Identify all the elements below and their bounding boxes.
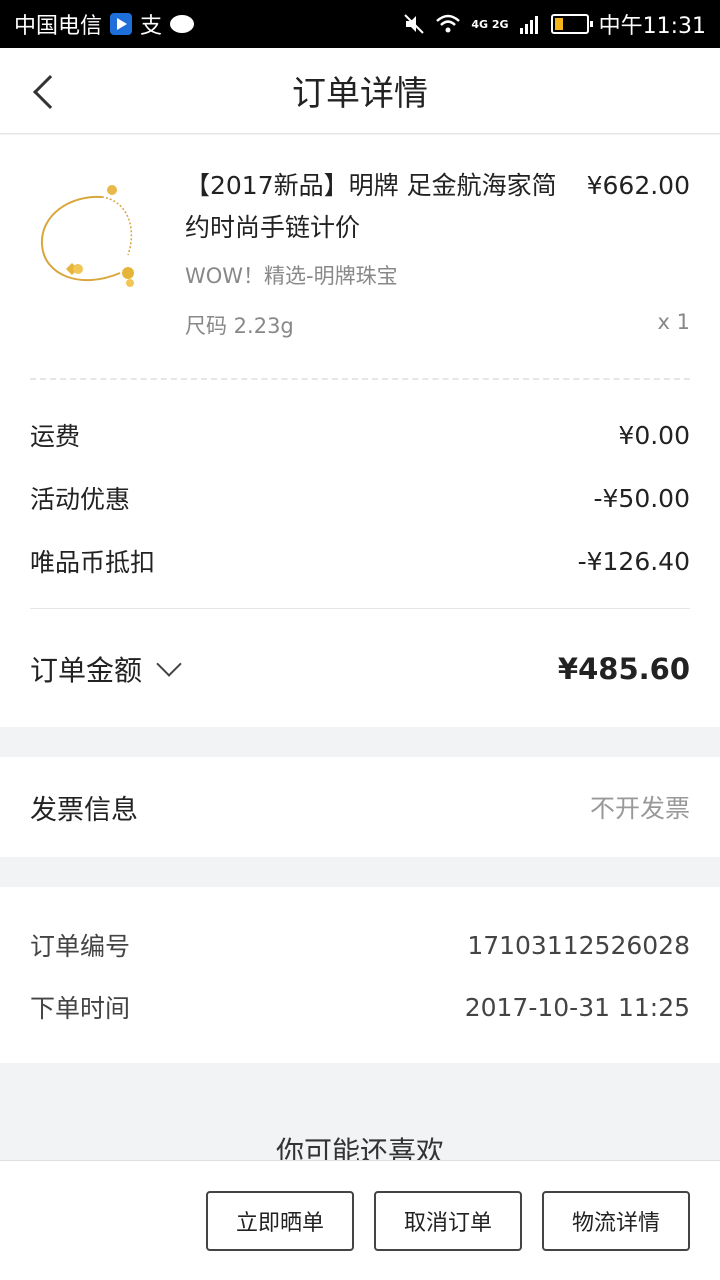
fee-label: 唯品币抵扣 [30,548,156,577]
fee-value: ¥0.00 [618,420,690,450]
logistics-detail-button[interactable]: 物流详情 [542,1191,690,1251]
chat-icon [170,15,195,33]
share-order-button[interactable]: 立即晒单 [206,1191,354,1251]
product-size: 尺码 2.23g [185,314,294,338]
order-total-label: 订单金额 [30,654,143,687]
order-total-row[interactable]: 订单金额 ¥485.60 [30,647,690,691]
order-number-value: 17103112526028 [467,930,690,960]
page-title: 订单详情 [292,74,428,114]
status-bar: 中国电信 支 4G 2G 中午11:31 [0,0,720,48]
invoice-card[interactable]: 发票信息 不开发票 [0,757,720,857]
alipay-icon: 支 [140,14,163,39]
clock: 中午11:31 [598,14,706,39]
bottom-action-bar: 立即晒单 取消订单 物流详情 [0,1160,720,1280]
video-app-icon [110,13,133,35]
fee-label: 活动优惠 [30,485,131,514]
signal-icon [519,16,538,34]
fee-label: 运费 [30,422,81,451]
order-total-value: ¥485.60 [557,652,690,686]
order-number-label: 订单编号 [30,932,131,961]
divider [30,608,690,609]
order-time-label: 下单时间 [30,994,131,1023]
gold-bracelet-image [40,185,134,287]
back-button[interactable] [30,74,67,109]
fee-value: -¥126.40 [577,546,690,576]
invoice-label: 发票信息 [30,794,138,826]
product-item[interactable]: 【2017新品】明牌 足金航海家简约时尚手链计价 ¥662.00 WOW！精选-… [0,135,720,375]
fee-row-coin-deduction: 唯品币抵扣 -¥126.40 [30,541,690,581]
invoice-row: 发票信息 不开发票 [30,787,690,827]
nav-bar: 订单详情 [0,48,720,134]
invoice-value: 不开发票 [589,794,690,823]
chevron-down-icon[interactable] [156,651,182,677]
wifi-icon [436,14,461,33]
divider [30,378,690,380]
battery-icon [550,14,593,34]
order-total-label-group: 订单金额 [30,649,182,689]
order-number-row: 订单编号 17103112526028 [30,925,690,965]
product-name: 【2017新品】明牌 足金航海家简约时尚手链计价 [185,171,557,242]
product-price: ¥662.00 [586,171,690,200]
order-time-value: 2017-10-31 11:25 [464,992,690,1022]
fee-row-discount: 活动优惠 -¥50.00 [30,478,690,518]
product-brand: WOW！精选-明牌珠宝 [185,264,398,288]
fee-row-shipping: 运费 ¥0.00 [30,415,690,455]
mute-icon [404,14,425,34]
order-time-row: 下单时间 2017-10-31 11:25 [30,987,690,1027]
product-quantity: x 1 [657,310,690,334]
order-meta-card: 订单编号 17103112526028 下单时间 2017-10-31 11:2… [0,887,720,1063]
network-type: 4G 2G [471,17,509,31]
cancel-order-button[interactable]: 取消订单 [374,1191,522,1251]
chevron-left-icon [33,75,67,109]
order-summary-card: 【2017新品】明牌 足金航海家简约时尚手链计价 ¥662.00 WOW！精选-… [0,135,720,727]
carrier-label: 中国电信 [14,14,103,39]
fee-value: -¥50.00 [593,483,691,513]
